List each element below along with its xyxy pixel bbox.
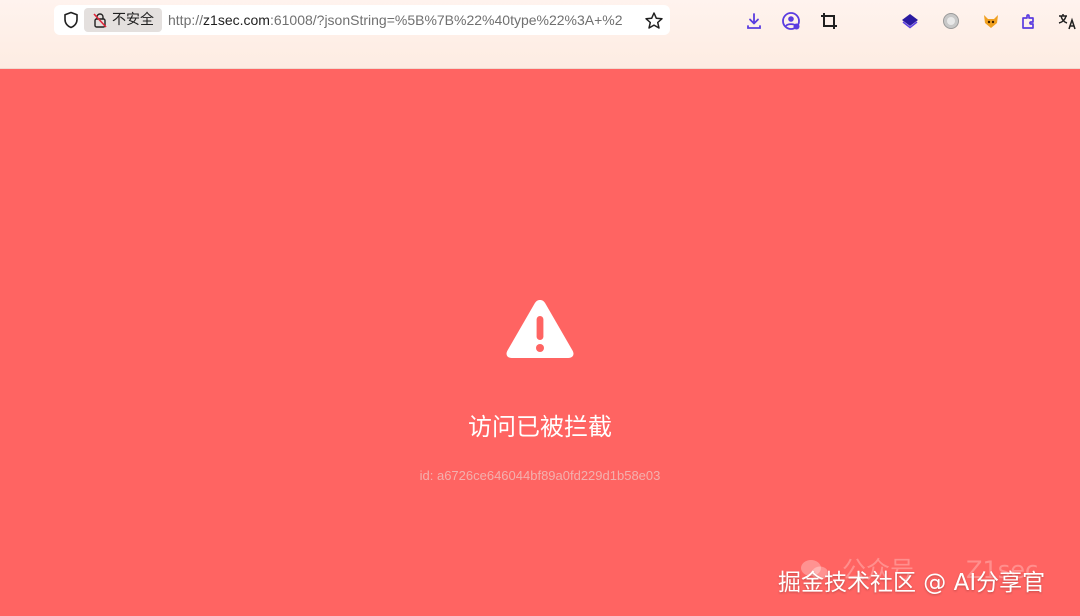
page-title: 访问已被拦截 <box>468 413 612 441</box>
incident-id: id: a6726ce646044bf89a0fd229d1b58e03 <box>419 468 661 483</box>
layers-icon[interactable] <box>900 11 920 31</box>
security-indicator[interactable]: 不安全 <box>84 8 162 32</box>
translate-icon[interactable] <box>1057 11 1077 31</box>
download-icon[interactable] <box>744 11 764 31</box>
shield-icon[interactable] <box>62 11 80 29</box>
url-path: :61008/?jsonString=%5B%7B%22%40type%22%3… <box>269 12 623 28</box>
fox-icon[interactable] <box>981 11 1001 31</box>
star-icon[interactable] <box>644 11 664 31</box>
url-host: z1sec.com <box>203 12 270 28</box>
insecure-lock-icon <box>93 13 107 28</box>
profile-icon[interactable] <box>781 11 801 31</box>
puzzle-icon[interactable] <box>1019 11 1039 31</box>
crop-icon[interactable] <box>819 11 839 31</box>
silver-badge-icon[interactable] <box>941 11 961 31</box>
url-scheme: http:// <box>168 12 204 28</box>
block-notice <box>0 296 1080 362</box>
warning-icon <box>506 300 574 358</box>
address-bar[interactable]: 不安全 http://z1sec.com:61008/?jsonString=%… <box>54 5 670 35</box>
browser-toolbar: 不安全 http://z1sec.com:61008/?jsonString=%… <box>0 0 1080 69</box>
footer-watermark: 掘金技术社区 @ AI分享官 <box>778 570 1046 596</box>
security-label: 不安全 <box>112 12 154 28</box>
url-text[interactable]: http://z1sec.com:61008/?jsonString=%5B%7… <box>168 12 638 30</box>
